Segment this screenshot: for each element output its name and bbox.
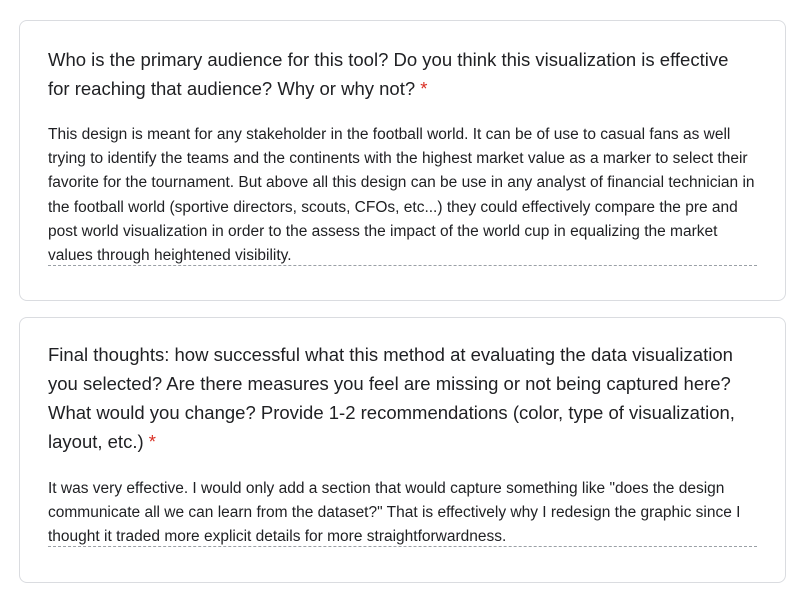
- question-title: Who is the primary audience for this too…: [48, 49, 729, 99]
- answer-textarea[interactable]: It was very effective. I would only add …: [48, 477, 757, 550]
- required-asterisk: *: [148, 431, 156, 452]
- required-asterisk: *: [420, 78, 428, 99]
- question-card-audience: Who is the primary audience for this too…: [19, 20, 786, 301]
- question-title: Final thoughts: how successful what this…: [48, 344, 735, 452]
- answer-underline: [48, 265, 757, 266]
- question-card-final-thoughts: Final thoughts: how successful what this…: [19, 317, 786, 583]
- answer-textarea[interactable]: This design is meant for any stakeholder…: [48, 123, 757, 268]
- answer-underline: [48, 546, 757, 547]
